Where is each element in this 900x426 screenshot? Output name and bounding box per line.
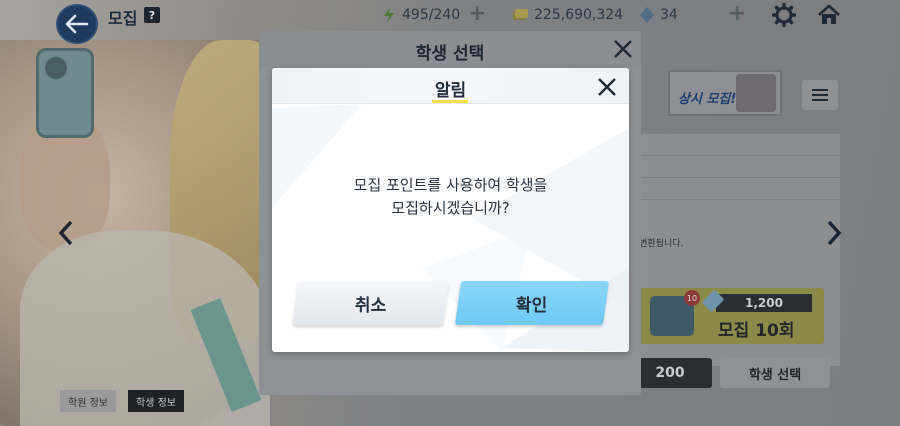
page-title: 모집 bbox=[108, 9, 138, 28]
credit-value: 225,690,324 bbox=[534, 7, 624, 23]
gem-display: 34 bbox=[640, 7, 678, 23]
banner-label: 상시 모집! bbox=[678, 92, 737, 107]
alert-message-line: 모집 포인트를 사용하여 학생을 bbox=[353, 176, 548, 194]
home-icon[interactable] bbox=[817, 3, 841, 27]
gem-value: 34 bbox=[660, 7, 678, 23]
menu-icon bbox=[812, 89, 828, 91]
info-row bbox=[628, 156, 840, 178]
top-bar: 모집 ? 495/240 + 225,690,324 34 + bbox=[0, 0, 900, 44]
chevron-right-icon[interactable] bbox=[824, 218, 844, 248]
alert-title: 알림 bbox=[434, 81, 467, 101]
alert-dialog: 알림 모집 포인트를 사용하여 학생을 모집하시겠습니까? 취소 확인 bbox=[272, 68, 629, 352]
info-row bbox=[628, 134, 840, 156]
alert-message: 모집 포인트를 사용하여 학생을 모집하시겠습니까? bbox=[272, 174, 629, 220]
dialog-title: 학생 선택 bbox=[415, 44, 485, 64]
phone-illustration bbox=[36, 48, 94, 138]
back-arrow-icon bbox=[65, 14, 89, 34]
plus-icon[interactable]: + bbox=[468, 3, 486, 25]
tab-academy-info[interactable]: 학원 정보 bbox=[60, 390, 116, 412]
tab-student-info[interactable]: 학생 정보 bbox=[128, 390, 184, 412]
back-button[interactable] bbox=[56, 4, 98, 44]
plus-icon[interactable]: + bbox=[728, 3, 746, 25]
cancel-button[interactable]: 취소 bbox=[292, 281, 450, 325]
banner-character bbox=[736, 74, 776, 112]
cancel-label: 취소 bbox=[355, 295, 387, 316]
alert-message-line: 모집하시겠습니까? bbox=[391, 199, 510, 217]
help-icon[interactable]: ? bbox=[144, 7, 160, 23]
chevron-left-icon[interactable] bbox=[56, 218, 76, 248]
confirm-button[interactable]: 확인 bbox=[454, 281, 610, 325]
info-row bbox=[628, 178, 840, 200]
close-icon[interactable] bbox=[613, 39, 633, 59]
confirm-label: 확인 bbox=[516, 295, 548, 316]
gem-icon bbox=[640, 7, 654, 23]
recruitment-banner[interactable]: 상시 모집! bbox=[668, 70, 782, 116]
recruit-10-button[interactable]: 10 1,200 모집 10회 bbox=[640, 288, 824, 344]
menu-button[interactable] bbox=[802, 80, 838, 110]
credit-display: 225,690,324 bbox=[512, 7, 623, 23]
recruit-10-label: 모집 10회 bbox=[718, 321, 795, 341]
ap-value: 495/240 bbox=[402, 7, 461, 23]
credit-icon bbox=[513, 9, 528, 20]
gear-icon[interactable] bbox=[772, 3, 796, 27]
ap-display: 495/240 bbox=[382, 7, 460, 23]
recruit-10-cost: 1,200 bbox=[716, 294, 812, 312]
recruit-count-badge: 10 bbox=[684, 290, 700, 306]
select-student-button[interactable]: 학생 선택 bbox=[720, 358, 830, 388]
envelope-icon: 10 bbox=[650, 290, 700, 336]
close-icon[interactable] bbox=[597, 77, 617, 97]
lightning-icon bbox=[384, 7, 394, 23]
title-underline bbox=[432, 100, 468, 103]
